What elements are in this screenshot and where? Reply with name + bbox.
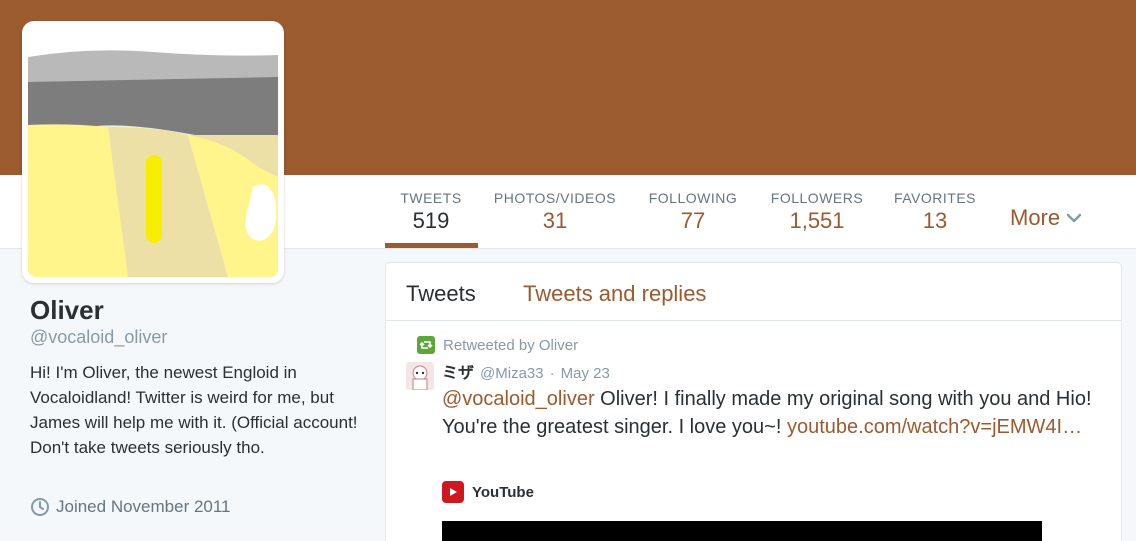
- more-label: More: [1010, 205, 1061, 230]
- tweet-separator: ·: [549, 365, 555, 382]
- tab-tweets-and-replies[interactable]: Tweets and replies: [523, 281, 706, 307]
- stat-photos-label: PHOTOS/VIDEOS: [493, 190, 617, 206]
- retweeted-by-label[interactable]: Retweeted by Oliver: [443, 337, 578, 354]
- chevron-down-icon: [1066, 213, 1082, 223]
- retweet-context: Retweeted by Oliver: [417, 336, 578, 354]
- video-player[interactable]: [442, 521, 1042, 541]
- retweet-icon: [417, 336, 435, 354]
- stat-tweets[interactable]: TWEETS 519: [398, 188, 464, 234]
- stat-favorites-value: 13: [922, 208, 948, 233]
- stat-followers[interactable]: FOLLOWERS 1,551: [769, 188, 865, 234]
- tweet-text: @vocaloid_oliver Oliver! I finally made …: [442, 385, 1092, 441]
- stat-following-label: FOLLOWING: [648, 190, 738, 206]
- timeline-tabs: Tweets Tweets and replies: [386, 263, 1121, 321]
- tweet-mention-link[interactable]: @vocaloid_oliver: [442, 388, 595, 410]
- avatar-image: [28, 27, 278, 277]
- clock-icon: [31, 498, 49, 516]
- tweet-header: ミザ @Miza33 · May 23: [442, 359, 610, 383]
- more-button[interactable]: More: [1010, 205, 1082, 231]
- stat-tweets-value: 519: [412, 208, 450, 233]
- stat-following-value: 77: [680, 208, 706, 233]
- tweet-timestamp[interactable]: May 23: [561, 365, 610, 382]
- card-source[interactable]: YouTube: [442, 481, 534, 503]
- profile-bio: Hi! I'm Oliver, the newest Engloid in Vo…: [30, 363, 358, 457]
- timeline: Tweets Tweets and replies Retweeted by O…: [385, 262, 1122, 541]
- profile-avatar[interactable]: [22, 21, 284, 283]
- stat-followers-label: FOLLOWERS: [770, 190, 864, 206]
- youtube-icon: [442, 481, 464, 503]
- stat-following[interactable]: FOLLOWING 77: [646, 188, 740, 234]
- stat-photos-value: 31: [542, 208, 568, 233]
- profile-name: Oliver: [30, 295, 104, 325]
- stat-tweets-label: TWEETS: [400, 190, 462, 206]
- tweet-url-link[interactable]: youtube.com/watch?v=jEMW4I…: [787, 416, 1082, 438]
- stat-favorites[interactable]: FAVORITES 13: [893, 188, 977, 234]
- stat-photos-videos[interactable]: PHOTOS/VIDEOS 31: [492, 188, 618, 234]
- joined-date: Joined November 2011: [30, 497, 231, 517]
- stat-followers-value: 1,551: [789, 208, 845, 233]
- tweet-author-avatar[interactable]: [406, 362, 434, 390]
- stat-favorites-label: FAVORITES: [893, 190, 977, 206]
- tab-tweets[interactable]: Tweets: [406, 281, 476, 307]
- profile-handle[interactable]: @vocaloid_oliver: [30, 327, 167, 348]
- active-stat-underline: [385, 243, 478, 248]
- tweet-author-name[interactable]: ミザ: [442, 359, 474, 383]
- tweet-author-handle[interactable]: @Miza33: [480, 365, 544, 382]
- card-source-label: YouTube: [472, 483, 534, 501]
- joined-label: Joined November 2011: [56, 497, 231, 516]
